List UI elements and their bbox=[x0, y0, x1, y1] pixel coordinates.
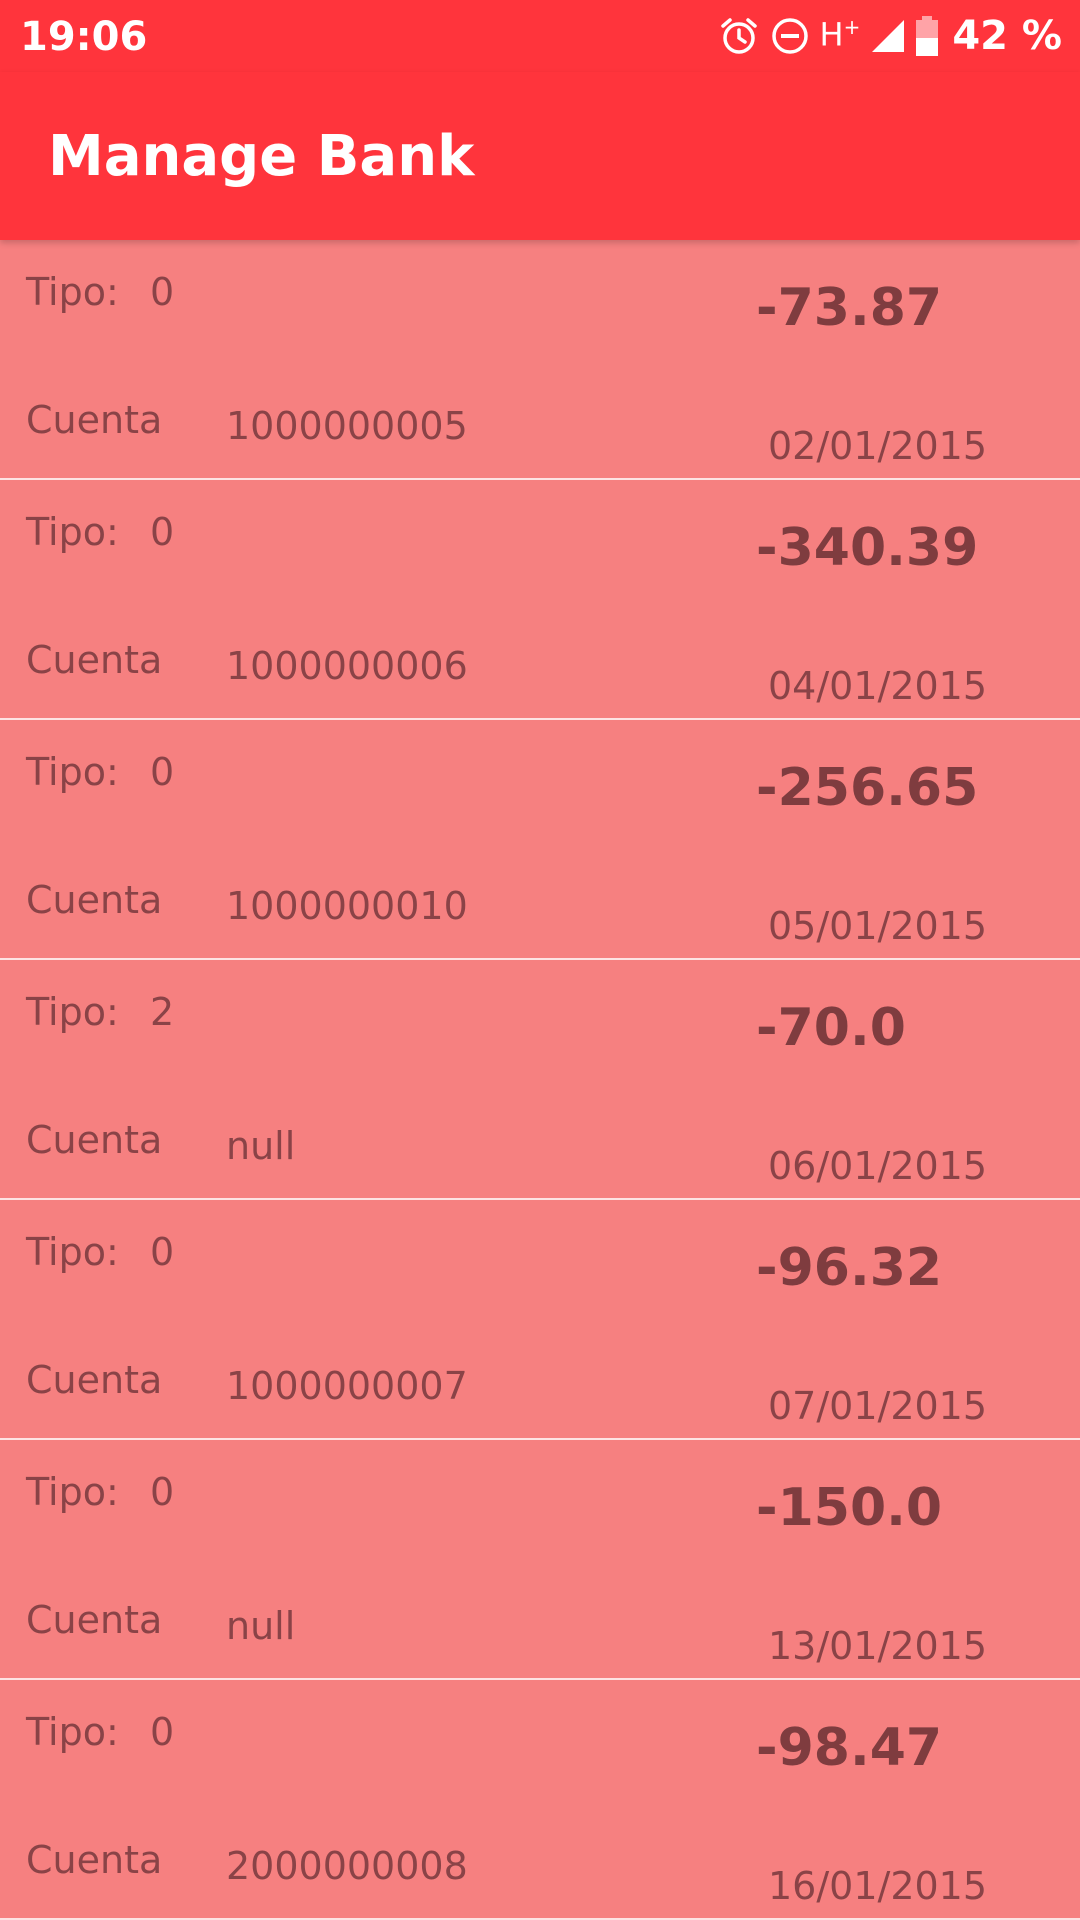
transaction-amount: -340.39 bbox=[756, 518, 979, 578]
tipo-value: 0 bbox=[150, 270, 175, 314]
transaction-row[interactable]: Tipo: 0 -340.39 Cuenta 1000000006 04/01/… bbox=[0, 480, 1080, 720]
transaction-row[interactable]: Tipo: 0 -256.65 Cuenta 1000000010 05/01/… bbox=[0, 720, 1080, 960]
cuenta-value: 1000000010 bbox=[226, 884, 468, 928]
transaction-date: 16/01/2015 bbox=[768, 1864, 988, 1908]
tipo-label: Tipo: bbox=[26, 990, 119, 1034]
network-type-label: H+ bbox=[820, 17, 861, 51]
tipo-label: Tipo: bbox=[26, 270, 119, 314]
transaction-date: 02/01/2015 bbox=[768, 424, 988, 468]
transaction-row[interactable]: Tipo: 0 -73.87 Cuenta 1000000005 02/01/2… bbox=[0, 240, 1080, 480]
tipo-value: 0 bbox=[150, 1710, 175, 1754]
tipo-label: Tipo: bbox=[26, 1710, 119, 1754]
tipo-label: Tipo: bbox=[26, 1230, 119, 1274]
cuenta-label: Cuenta bbox=[26, 1358, 163, 1402]
transaction-list[interactable]: Tipo: 0 -73.87 Cuenta 1000000005 02/01/2… bbox=[0, 240, 1080, 1920]
alarm-icon bbox=[718, 15, 760, 57]
transaction-date: 13/01/2015 bbox=[768, 1624, 988, 1668]
tipo-value: 0 bbox=[150, 510, 175, 554]
tipo-label: Tipo: bbox=[26, 1470, 119, 1514]
transaction-date: 04/01/2015 bbox=[768, 664, 988, 708]
transaction-row[interactable]: Tipo: 0 -96.32 Cuenta 1000000007 07/01/2… bbox=[0, 1200, 1080, 1440]
transaction-date: 06/01/2015 bbox=[768, 1144, 988, 1188]
tipo-value: 0 bbox=[150, 1230, 175, 1274]
signal-icon bbox=[870, 18, 906, 54]
transaction-amount: -98.47 bbox=[756, 1718, 943, 1778]
transaction-amount: -256.65 bbox=[756, 758, 979, 818]
cuenta-value: null bbox=[226, 1124, 296, 1168]
transaction-date: 07/01/2015 bbox=[768, 1384, 988, 1428]
tipo-value: 0 bbox=[150, 750, 175, 794]
app-bar: Manage Bank bbox=[0, 72, 1080, 240]
tipo-label: Tipo: bbox=[26, 750, 119, 794]
cuenta-value: 1000000006 bbox=[226, 644, 468, 688]
transaction-row[interactable]: Tipo: 0 -150.0 Cuenta null 13/01/2015 bbox=[0, 1440, 1080, 1680]
cuenta-label: Cuenta bbox=[26, 1118, 163, 1162]
cuenta-label: Cuenta bbox=[26, 1838, 163, 1882]
do-not-disturb-icon bbox=[770, 16, 810, 56]
transaction-amount: -96.32 bbox=[756, 1238, 943, 1298]
tipo-value: 2 bbox=[150, 990, 175, 1034]
status-bar: 19:06 H+ 42 % bbox=[0, 0, 1080, 72]
cuenta-value: null bbox=[226, 1604, 296, 1648]
cuenta-value: 1000000007 bbox=[226, 1364, 468, 1408]
transaction-date: 05/01/2015 bbox=[768, 904, 988, 948]
transaction-amount: -70.0 bbox=[756, 998, 906, 1058]
cuenta-label: Cuenta bbox=[26, 398, 163, 442]
transaction-row[interactable]: Tipo: 0 -98.47 Cuenta 2000000008 16/01/2… bbox=[0, 1680, 1080, 1920]
transaction-row[interactable]: Tipo: 2 -70.0 Cuenta null 06/01/2015 bbox=[0, 960, 1080, 1200]
cuenta-label: Cuenta bbox=[26, 638, 163, 682]
status-icons: H+ 42 % bbox=[718, 12, 1062, 60]
transaction-amount: -150.0 bbox=[756, 1478, 943, 1538]
cuenta-label: Cuenta bbox=[26, 1598, 163, 1642]
cuenta-value: 2000000008 bbox=[226, 1844, 468, 1888]
cuenta-value: 1000000005 bbox=[226, 404, 468, 448]
status-time: 19:06 bbox=[20, 14, 148, 60]
tipo-value: 0 bbox=[150, 1470, 175, 1514]
battery-icon bbox=[916, 16, 939, 56]
tipo-label: Tipo: bbox=[26, 510, 119, 554]
transaction-amount: -73.87 bbox=[756, 278, 943, 338]
battery-percentage: 42 % bbox=[952, 13, 1062, 59]
cuenta-label: Cuenta bbox=[26, 878, 163, 922]
network-type-suffix: + bbox=[843, 15, 861, 40]
network-type: H bbox=[819, 15, 844, 54]
app-title: Manage Bank bbox=[48, 124, 475, 189]
